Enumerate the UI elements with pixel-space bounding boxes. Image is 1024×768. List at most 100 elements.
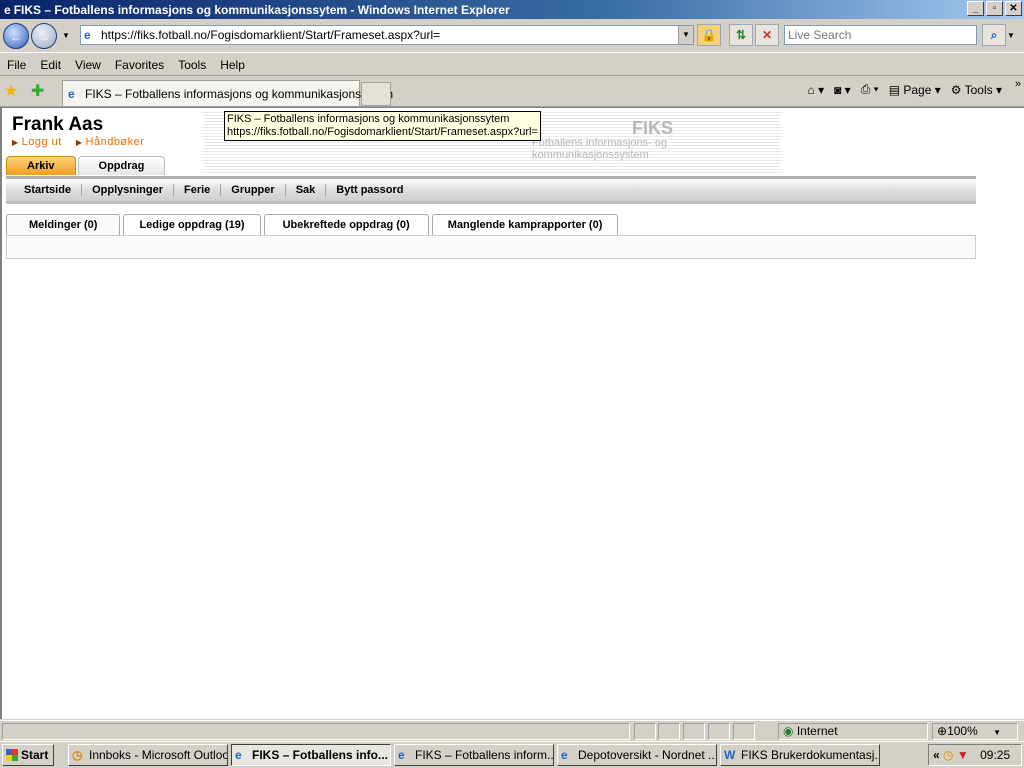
arrow-icon: ▶ bbox=[12, 138, 19, 147]
zone-label: Internet bbox=[796, 724, 838, 738]
history-dropdown-icon[interactable]: ▼ bbox=[62, 31, 70, 40]
start-button[interactable]: Start bbox=[2, 744, 54, 766]
chevron-down-icon: ▼ bbox=[993, 728, 1002, 737]
taskbar-item-fiks-active[interactable]: e FIKS – Fotballens info... bbox=[231, 744, 391, 766]
browser-tab[interactable]: e FIKS – Fotballens informasjons og kommu… bbox=[62, 80, 393, 106]
zoom-label: 100% bbox=[947, 724, 978, 738]
arrow-icon: ▶ bbox=[75, 138, 83, 147]
windows-logo-icon bbox=[6, 749, 18, 761]
globe-icon: ◉ bbox=[783, 724, 794, 738]
banner-title: FIKS bbox=[632, 118, 674, 138]
print-icon[interactable]: ⎙ ▾ bbox=[861, 82, 879, 97]
search-input[interactable] bbox=[784, 25, 977, 45]
page-content: FIKS Fotballens informasjons- og kommuni… bbox=[0, 107, 1024, 719]
word-icon: W bbox=[724, 748, 736, 762]
taskbar: Start ◷ Innboks - Microsoft Outlook e FIKS… bbox=[0, 741, 1024, 768]
subnav-bytt-passord[interactable]: Bytt passord bbox=[326, 184, 413, 196]
page-label: Page bbox=[903, 82, 932, 97]
forward-button[interactable]: → bbox=[31, 23, 57, 49]
close-button[interactable]: ✕ bbox=[1005, 1, 1022, 16]
menu-file[interactable]: File bbox=[0, 58, 33, 72]
subnav-sak[interactable]: Sak bbox=[286, 184, 327, 196]
tooltip-title: FIKS – Fotballens informasjons og kommun… bbox=[227, 113, 510, 125]
start-label: Start bbox=[21, 748, 49, 762]
menu-favorites[interactable]: Favorites bbox=[108, 58, 171, 72]
search-button[interactable]: ⌕ bbox=[982, 24, 1006, 46]
logout-link[interactable]: ▶ Logg ut bbox=[12, 136, 62, 148]
menu-edit[interactable]: Edit bbox=[33, 58, 68, 72]
taskbar-item-fiks[interactable]: e FIKS – Fotballens inform... bbox=[394, 744, 554, 766]
show-hidden-icons[interactable]: « bbox=[933, 748, 940, 762]
manuals-link[interactable]: ▶ Håndbøker bbox=[76, 136, 145, 148]
tools-menu[interactable]: ⚙ Tools ▾ bbox=[951, 83, 1002, 97]
ie-icon: e bbox=[561, 748, 568, 762]
status-cell bbox=[733, 723, 755, 740]
subnav-grupper[interactable]: Grupper bbox=[221, 184, 286, 196]
tab-panel bbox=[6, 235, 976, 259]
new-tab-button[interactable] bbox=[361, 82, 391, 106]
tab-manglende-kamprapporter[interactable]: Manglende kamprapporter (0) bbox=[431, 214, 619, 235]
antivirus-icon[interactable]: ▼ bbox=[957, 748, 969, 762]
taskbar-label: FIKS – Fotballens info... bbox=[252, 748, 389, 762]
search-options-icon[interactable]: ▼ bbox=[1007, 31, 1015, 40]
manuals-label: Håndbøker bbox=[85, 136, 145, 148]
taskbar-item-outlook[interactable]: ◷ Innboks - Microsoft Outlook bbox=[68, 744, 228, 766]
window-titlebar: e FIKS – Fotballens informasjons og komm… bbox=[0, 0, 1024, 19]
favorites-star-icon[interactable]: ★ bbox=[4, 81, 18, 101]
ie-icon: e bbox=[68, 87, 75, 101]
outlook-reminder-icon[interactable]: ◷ bbox=[943, 748, 953, 762]
feeds-icon[interactable]: ◙ ▾ bbox=[834, 83, 851, 97]
url-text: https://fiks.fotball.no/Fogisdomarklient… bbox=[101, 28, 441, 42]
taskbar-label: Innboks - Microsoft Outlook bbox=[89, 748, 228, 762]
maximize-button[interactable]: ▫ bbox=[986, 1, 1003, 16]
ie-icon: e bbox=[4, 2, 11, 17]
tooltip-url: https://fiks.fotball.no/Fogisdomarklient… bbox=[227, 126, 538, 138]
taskbar-item-nordnet[interactable]: e Depotoversikt - Nordnet ... bbox=[557, 744, 717, 766]
logout-label: Logg ut bbox=[21, 136, 62, 148]
taskbar-item-word[interactable]: W FIKS Brukerdokumentasj... bbox=[720, 744, 880, 766]
stop-button[interactable]: ✕ bbox=[755, 24, 779, 46]
tab-arkiv[interactable]: Arkiv bbox=[6, 156, 76, 175]
menu-help[interactable]: Help bbox=[213, 58, 252, 72]
sub-navigation: Startside Opplysninger Ferie Grupper Sak… bbox=[6, 176, 976, 204]
tab-label: FIKS – Fotballens informasjons og kommun… bbox=[85, 87, 394, 101]
taskbar-label: Depotoversikt - Nordnet ... bbox=[578, 748, 717, 762]
status-cell bbox=[683, 723, 705, 740]
tab-ledige-oppdrag[interactable]: Ledige oppdrag (19) bbox=[123, 214, 261, 235]
page-menu[interactable]: ▤ Page ▾ bbox=[889, 83, 941, 97]
ie-icon: e bbox=[398, 748, 405, 762]
system-tray: « ◷ ▼ 09:25 bbox=[928, 744, 1022, 766]
chevron-more-icon[interactable]: » bbox=[1015, 78, 1021, 90]
home-icon[interactable]: ⌂ ▾ bbox=[807, 83, 824, 97]
add-favorite-icon[interactable]: ✚ bbox=[31, 81, 44, 101]
subnav-opplysninger[interactable]: Opplysninger bbox=[82, 184, 174, 196]
clock[interactable]: 09:25 bbox=[980, 748, 1010, 762]
outlook-icon: ◷ bbox=[72, 748, 83, 762]
subnav-startside[interactable]: Startside bbox=[14, 184, 83, 196]
refresh-button[interactable]: ⇅ bbox=[729, 24, 753, 46]
taskbar-label: FIKS Brukerdokumentasj... bbox=[741, 748, 880, 762]
status-cell bbox=[708, 723, 730, 740]
lock-icon[interactable]: 🔒 bbox=[697, 24, 721, 46]
window-title: FIKS – Fotballens informasjons og kommun… bbox=[13, 2, 510, 17]
status-bar: ◉ Internet ⊕100% ▼ bbox=[0, 720, 1024, 741]
minimize-button[interactable]: _ bbox=[967, 1, 984, 16]
tab-oppdrag[interactable]: Oppdrag bbox=[77, 156, 166, 175]
subnav-ferie[interactable]: Ferie bbox=[174, 184, 222, 196]
menu-tools[interactable]: Tools bbox=[171, 58, 213, 72]
tab-meldinger[interactable]: Meldinger (0) bbox=[6, 214, 121, 236]
zoom-icon: ⊕ bbox=[937, 724, 948, 738]
tab-ubekreftede-oppdrag[interactable]: Ubekreftede oppdrag (0) bbox=[263, 214, 429, 235]
security-zone: ◉ Internet bbox=[778, 723, 928, 740]
menu-view[interactable]: View bbox=[68, 58, 108, 72]
url-input[interactable]: e https://fiks.fotball.no/Fogisdomarklien… bbox=[80, 25, 694, 45]
tools-label: Tools bbox=[964, 82, 993, 97]
status-cell bbox=[658, 723, 680, 740]
user-name: Frank Aas bbox=[12, 114, 104, 135]
tab-row: ★ ✚ e FIKS – Fotballens informasjons og k… bbox=[0, 77, 1024, 107]
url-dropdown-button[interactable]: ▼ bbox=[678, 26, 693, 44]
banner-subtitle: Fotballens informasjons- og kommunikasjo… bbox=[532, 137, 668, 161]
ie-icon: e bbox=[235, 748, 242, 762]
back-button[interactable]: ← bbox=[3, 23, 29, 49]
zoom-control[interactable]: ⊕100% ▼ bbox=[932, 723, 1018, 740]
